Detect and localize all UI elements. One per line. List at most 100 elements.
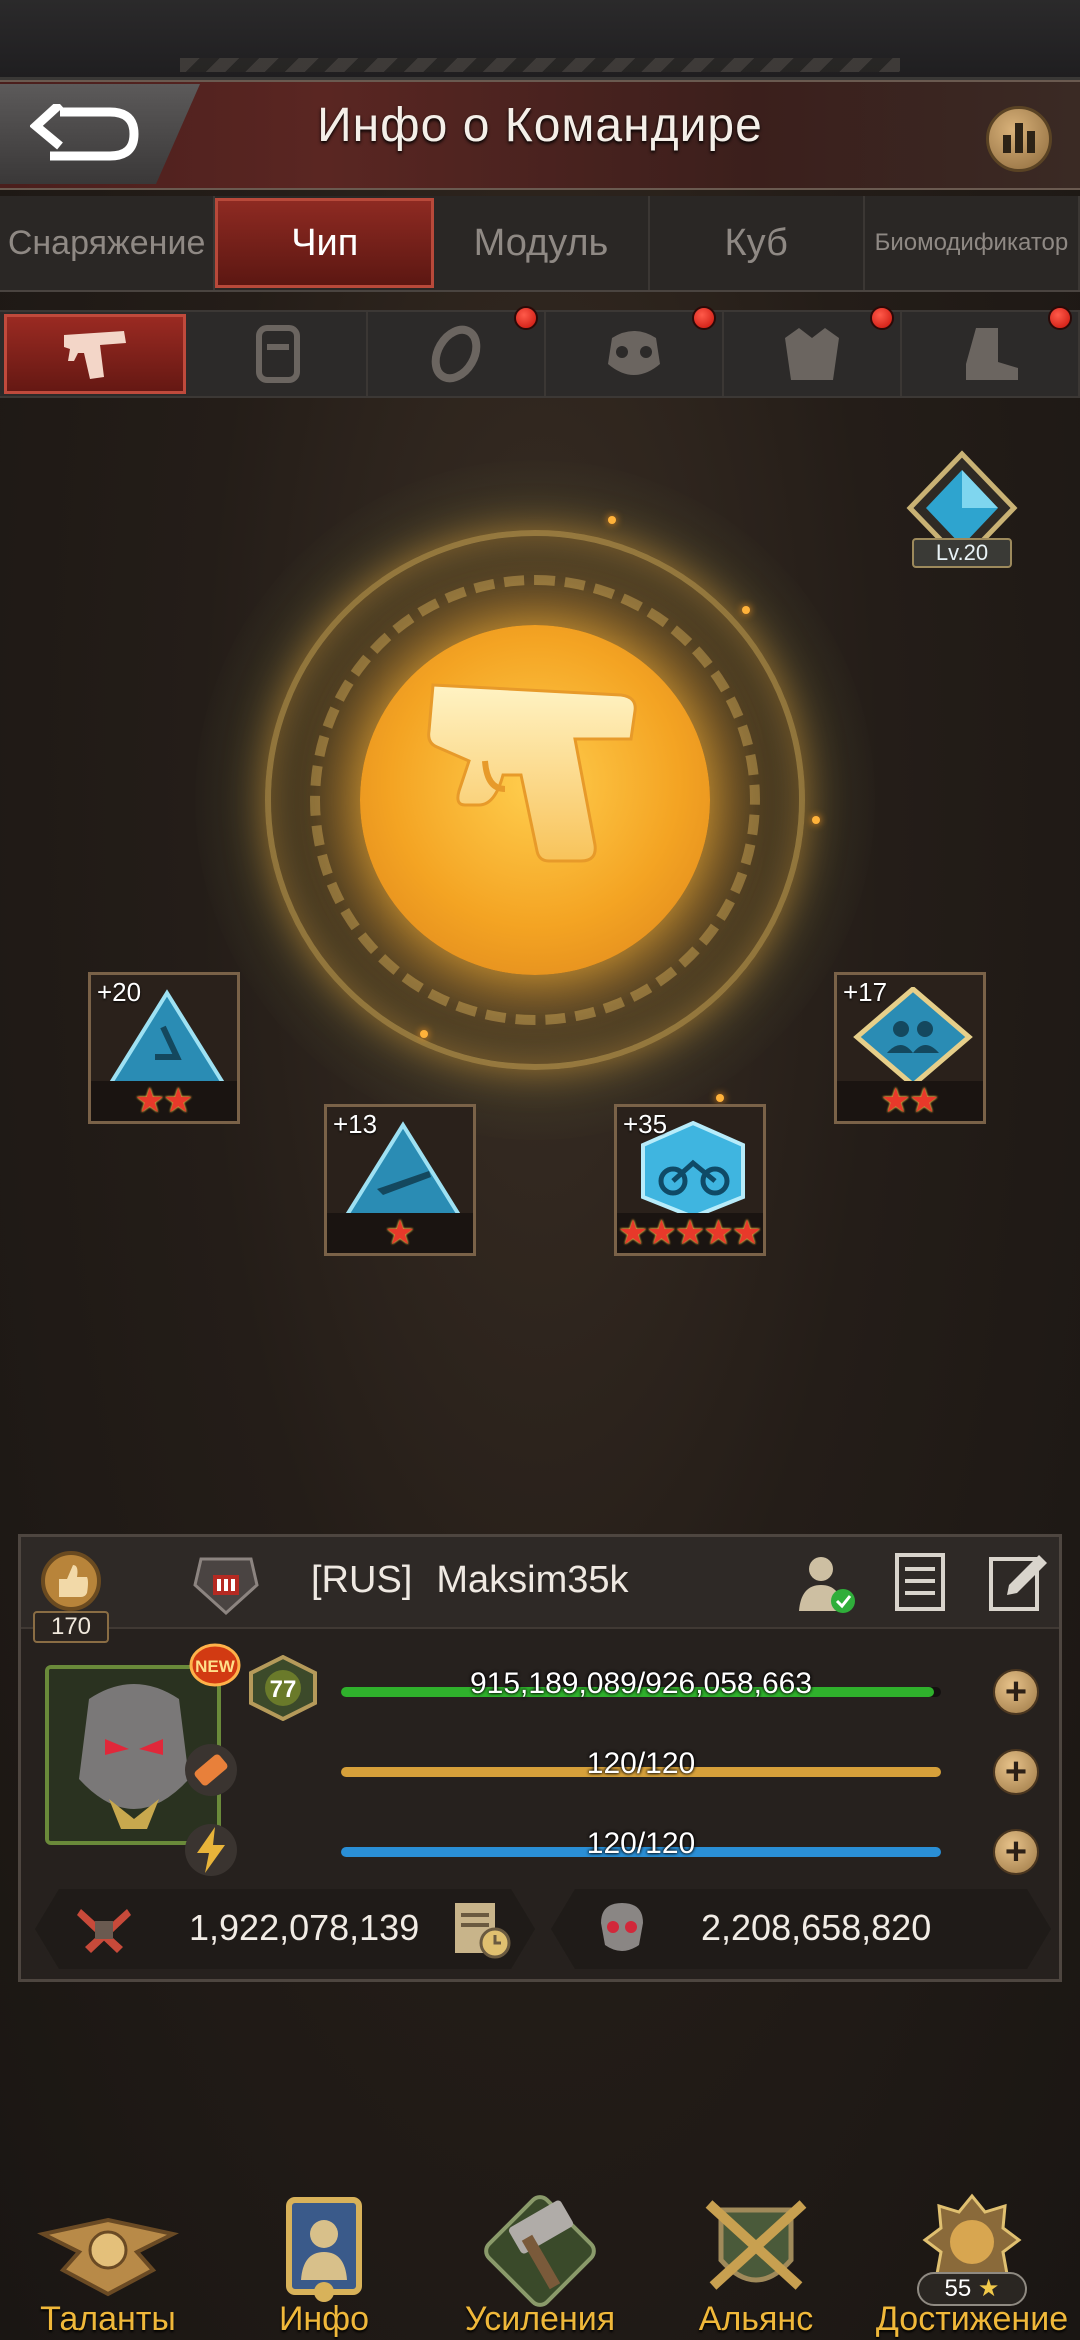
star-icon: ★ [384, 1214, 416, 1252]
stamina-value: 120/120 [586, 1747, 696, 1780]
add-stamina-button[interactable]: + [993, 1749, 1039, 1795]
kills-box: 2,208,658,820 [551, 1889, 1051, 1969]
slot-tab-ring[interactable] [368, 306, 546, 396]
star-rating: ★ ★ [837, 1081, 983, 1121]
power-row: 1,922,078,139 2,208,658,820 [21, 1889, 1059, 1969]
document-list-icon[interactable] [893, 1551, 953, 1613]
nav-label: Усиления [464, 2300, 616, 2338]
alert-dot [1048, 306, 1072, 330]
gas-mask-icon [608, 331, 660, 375]
exp-bar-row: 915,189,089/926,058,663 + [211, 1661, 1051, 1717]
edit-pencil-icon[interactable] [987, 1551, 1049, 1613]
star-rating: ★ [327, 1213, 473, 1253]
player-name-line: [RUS] Maksim35k [311, 1559, 629, 1602]
app-root: Инфо о Командире Снаряжение Чип Модуль К… [0, 0, 1080, 2340]
chip-slot-1[interactable]: +20 ★ ★ [88, 972, 240, 1124]
star-icon: ★ [646, 1214, 677, 1252]
tab-biomodifier[interactable]: Биомодификатор [865, 196, 1080, 290]
star-icon: ★ [163, 1082, 194, 1120]
bar-chart-icon [1003, 135, 1011, 153]
gear-slot-tabs [0, 306, 1080, 398]
slot-tab-boot[interactable] [902, 306, 1080, 396]
energy-lightning-icon [185, 1824, 237, 1876]
slot-tab-gas-mask[interactable] [546, 306, 724, 396]
commander-info-panel: 170 [RUS] Maksim35k NEW 77 915,189,089/9… [18, 1534, 1062, 1982]
tab-module[interactable]: Модуль [434, 196, 650, 290]
energy-bar-row: 120/120 + [185, 1821, 1051, 1877]
bar-chart-icon [1027, 131, 1035, 153]
star-rating: ★ ★ [91, 1081, 237, 1121]
power-value: 1,922,078,139 [189, 1907, 420, 1948]
nav-boosts[interactable]: Усиления [432, 2190, 648, 2340]
chip-stage: Lv.20 +20 ★ ★ +13 ★ +35 ★ ★ ★ ★ ★ +17 ★ ★ [0, 400, 1080, 1500]
hazard-stripe [180, 58, 900, 72]
bottom-nav: Таланты Инфо Усиления Альянс 55 ★ Достиж… [0, 2190, 1080, 2340]
spark [812, 816, 820, 824]
alert-dot [514, 306, 538, 330]
chip-enhance-level: +20 [97, 977, 142, 1007]
energy-value: 120/120 [586, 1827, 696, 1860]
slot-tab-armor-plate[interactable] [190, 312, 368, 396]
spark [608, 516, 616, 524]
slot-tab-pistol[interactable] [4, 314, 186, 394]
tab-cube[interactable]: Куб [650, 196, 865, 290]
nav-label: Таланты [40, 2300, 176, 2338]
alliance-tag: [RUS] [311, 1559, 413, 1601]
ring-icon [431, 325, 481, 383]
history-scroll-icon[interactable] [451, 1899, 513, 1959]
top-status-strip [0, 0, 1080, 80]
page-title: Инфо о Командире [317, 99, 763, 152]
tab-equipment[interactable]: Снаряжение [0, 196, 216, 290]
stamina-bar-row: 120/120 + [185, 1741, 1051, 1797]
nav-alliance[interactable]: Альянс [648, 2190, 864, 2340]
achievement-count-value: 55 [944, 2275, 972, 2302]
chip-enhance-level: +35 [623, 1109, 668, 1139]
thumbs-up-medal-icon[interactable] [35, 1549, 107, 1613]
armor-plate-icon [256, 325, 300, 383]
add-exp-button[interactable]: + [993, 1669, 1039, 1715]
chip-slot-3[interactable]: +35 ★ ★ ★ ★ ★ [614, 1104, 766, 1256]
nav-talents[interactable]: Таланты [0, 2190, 216, 2340]
pistol-large-icon [427, 683, 637, 863]
star-icon: ★ [880, 1082, 911, 1120]
crossed-swords-shield-icon [705, 2200, 807, 2290]
pistol-icon [64, 331, 126, 379]
boot-icon [966, 328, 1018, 380]
nav-label: Инфо [278, 2300, 370, 2338]
spark [742, 606, 750, 614]
hammer-icon [484, 2195, 596, 2307]
profile-verified-icon[interactable] [795, 1551, 859, 1615]
chip-slot-4[interactable]: +17 ★ ★ [834, 972, 986, 1124]
nav-info[interactable]: Инфо [216, 2190, 432, 2340]
chip-slot-2[interactable]: +13 ★ [324, 1104, 476, 1256]
chip-enhance-level: +13 [333, 1109, 378, 1139]
add-energy-button[interactable]: + [993, 1829, 1039, 1875]
chip-level-label: Lv.20 [912, 538, 1012, 568]
star-icon: ★ [134, 1082, 165, 1120]
chip-enhance-level: +17 [843, 977, 888, 1007]
star-icon: ★ [909, 1082, 940, 1120]
star-icon: ★ [617, 1214, 649, 1252]
spark [716, 1094, 724, 1102]
star-rating: ★ ★ ★ ★ ★ [617, 1213, 763, 1253]
bar-chart-icon [1015, 123, 1023, 153]
rank-insignia-icon [193, 1557, 259, 1616]
main-tabs: Снаряжение Чип Модуль Куб Биомодификатор [0, 196, 1080, 292]
crossed-guns-icon [75, 1901, 133, 1957]
kills-value: 2,208,658,820 [701, 1907, 932, 1948]
alert-dot [870, 306, 894, 330]
nav-label: Альянс [698, 2300, 814, 2338]
stamina-battery-icon [185, 1744, 237, 1796]
star-icon: ★ [731, 1214, 763, 1252]
vest-icon [785, 328, 839, 380]
commander-portrait-icon [286, 2197, 362, 2302]
tab-chip[interactable]: Чип [215, 198, 435, 288]
player-name: Maksim35k [436, 1559, 629, 1601]
spark [420, 1030, 428, 1038]
stats-button[interactable] [986, 106, 1052, 172]
slot-tab-vest[interactable] [724, 306, 902, 396]
nav-achievements[interactable]: 55 ★ Достижение [864, 2190, 1080, 2340]
power-box: 1,922,078,139 [35, 1889, 535, 1969]
wings-emblem-icon [37, 2217, 179, 2297]
alert-dot [692, 306, 716, 330]
